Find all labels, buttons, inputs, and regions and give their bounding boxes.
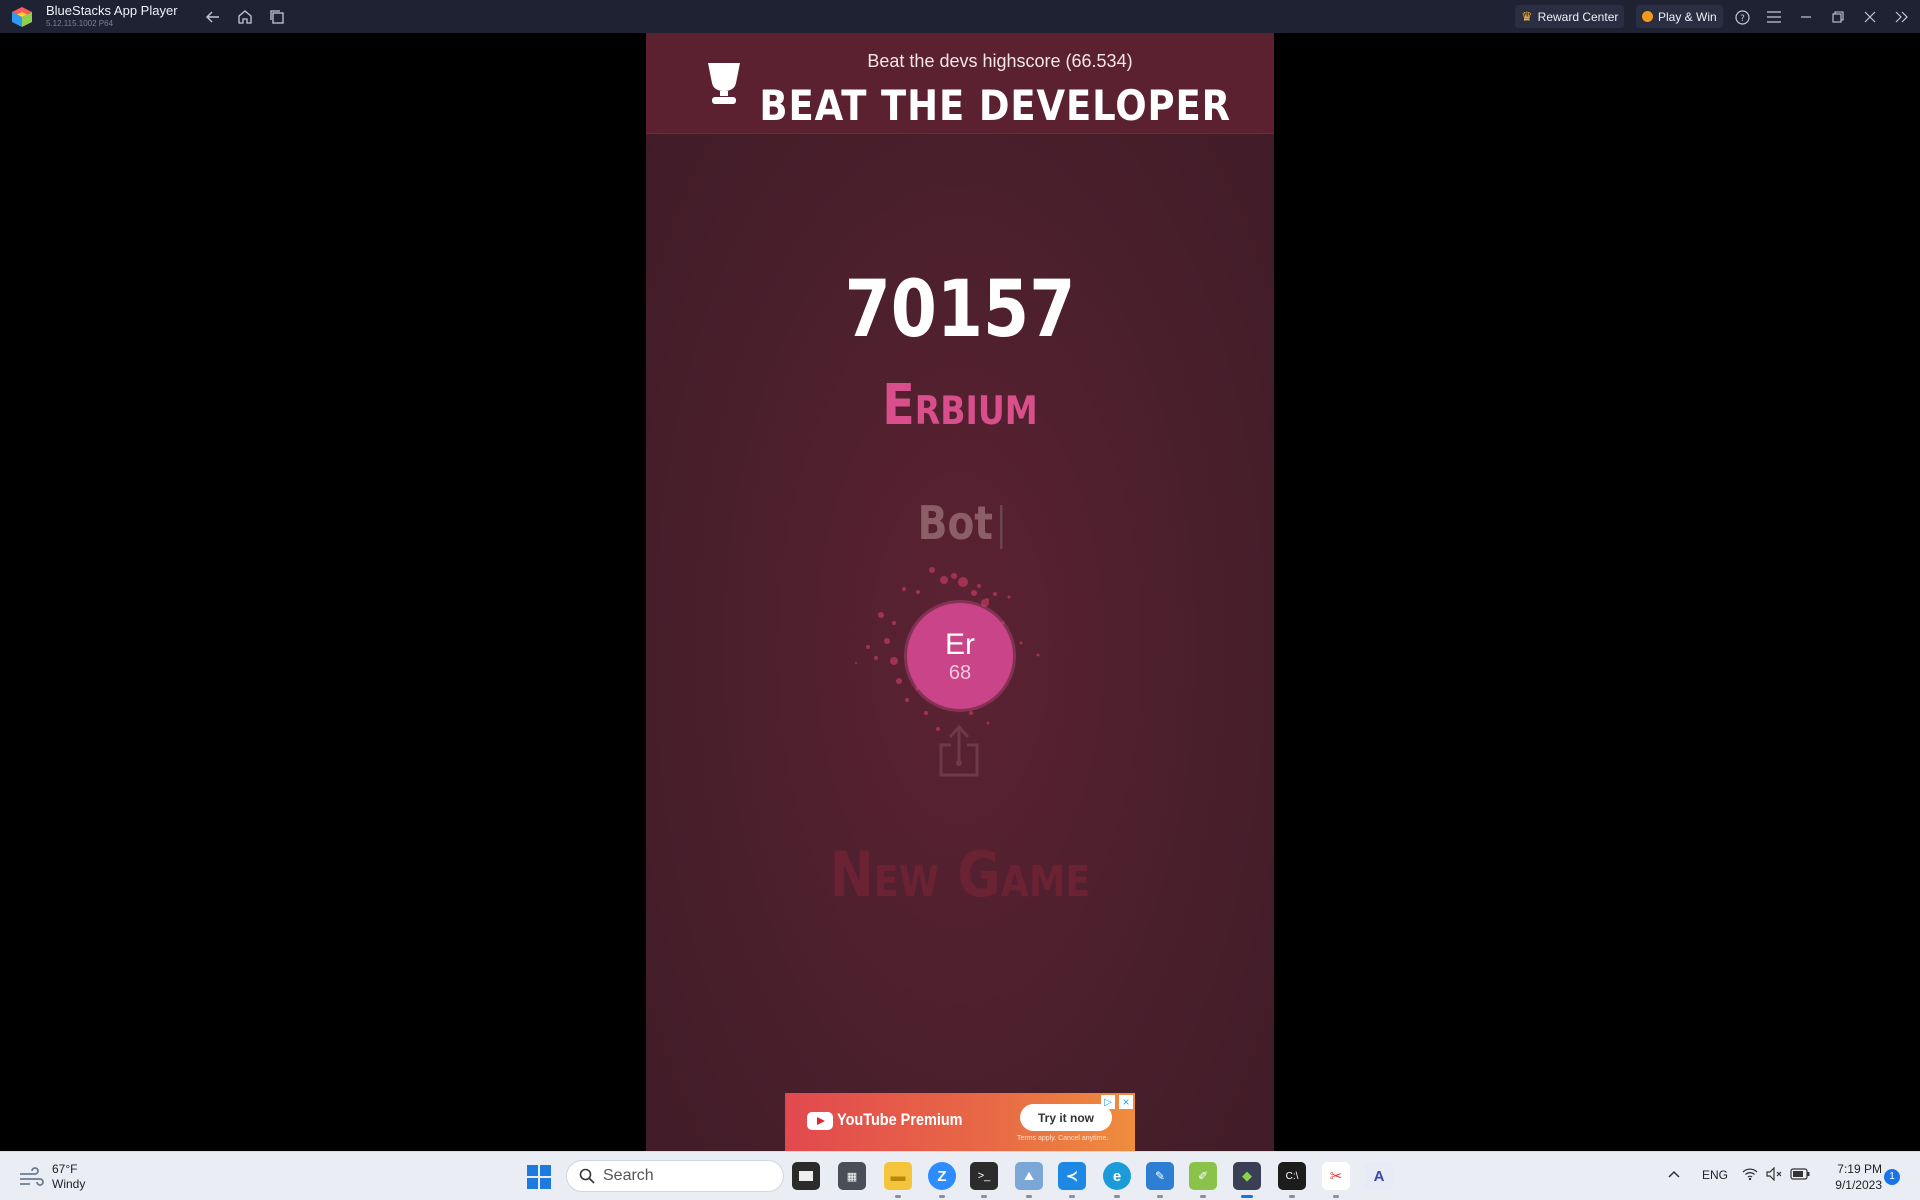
- taskbar-app-other[interactable]: A: [1365, 1162, 1393, 1190]
- taskbar-app-notes[interactable]: ✐: [1189, 1162, 1217, 1198]
- restore-button[interactable]: [1827, 6, 1849, 28]
- home-button[interactable]: [235, 7, 255, 27]
- minimize-button[interactable]: [1795, 6, 1817, 28]
- taskbar-app-vscode[interactable]: ≺: [1058, 1162, 1086, 1198]
- play-win-label: Play & Win: [1658, 9, 1717, 24]
- weather-widget[interactable]: 67°F Windy: [18, 1160, 108, 1194]
- notes-icon: ✐: [1197, 1169, 1209, 1183]
- game-screen: Beat the devs highscore (66.534) BEAT TH…: [646, 33, 1274, 1151]
- app-a-icon: A: [1373, 1167, 1385, 1185]
- hamburger-menu-icon: [1767, 11, 1781, 23]
- element-atomic-number: 68: [948, 662, 972, 684]
- double-chevron-right-icon: [1895, 11, 1908, 23]
- final-score: 70157: [844, 265, 1076, 355]
- help-icon: ?: [1734, 9, 1750, 25]
- edge-icon: e: [1112, 1167, 1122, 1185]
- home-icon: [238, 10, 252, 24]
- taskbar-app-bluestacks[interactable]: ◆: [1233, 1162, 1261, 1198]
- volume-muted-icon[interactable]: [1766, 1166, 1784, 1184]
- game-header: Beat the devs highscore (66.534) BEAT TH…: [646, 33, 1274, 134]
- taskbar-app-zoom[interactable]: Z: [928, 1162, 956, 1198]
- scissors-icon: ✂: [1329, 1168, 1343, 1185]
- taskbar-app-edge[interactable]: e: [1103, 1162, 1131, 1198]
- tool-app-icon: ▦: [846, 1170, 858, 1183]
- challenge-title: BEAT THE DEVELOPER: [759, 81, 1231, 130]
- clock-time: 7:19 PM: [1837, 1162, 1882, 1176]
- system-clock[interactable]: 7:19 PM 9/1/2023: [1818, 1161, 1882, 1193]
- windows-start-icon[interactable]: [527, 1165, 551, 1189]
- windows-taskbar: 67°F Windy Search ▦ ▬ Z >_ ⛰ ≺ e ✎ ✐ ◆ C…: [0, 1151, 1920, 1200]
- folder-icon: ▬: [890, 1167, 906, 1185]
- taskbar-app-photos[interactable]: ⛰: [1015, 1162, 1043, 1198]
- wifi-icon[interactable]: [1742, 1167, 1758, 1184]
- share-icon[interactable]: [937, 723, 981, 779]
- player-name-field[interactable]: Bot: [693, 496, 1227, 550]
- bluestacks-taskbar-icon: ◆: [1242, 1168, 1252, 1183]
- taskbar-search[interactable]: Search: [566, 1160, 784, 1192]
- challenge-subtitle: Beat the devs highscore (66.534): [867, 51, 1133, 71]
- taskbar-app-file-explorer[interactable]: ▬: [884, 1162, 912, 1198]
- search-icon: [579, 1168, 595, 1184]
- zoom-icon: Z: [937, 1167, 947, 1185]
- close-button[interactable]: [1859, 6, 1881, 28]
- search-placeholder: Search: [603, 1167, 654, 1184]
- element-atom-badge: Er 68: [907, 603, 1013, 709]
- chevron-up-icon: [1668, 1170, 1680, 1178]
- ad-cta-button[interactable]: Try it now: [1020, 1104, 1112, 1131]
- ad-choices-icon[interactable]: ▷: [1101, 1095, 1115, 1109]
- window-title-bar: BlueStacks App Player 5.12.115.1002 P64 …: [0, 0, 1920, 33]
- youtube-logo-icon: [807, 1112, 833, 1130]
- weather-desc: Windy: [52, 1177, 86, 1191]
- terminal-icon: >_: [977, 1170, 991, 1182]
- restore-icon: [1832, 11, 1844, 23]
- battery-icon[interactable]: [1790, 1168, 1810, 1183]
- vscode-icon: ≺: [1065, 1168, 1079, 1185]
- recent-apps-icon: [270, 10, 284, 24]
- expand-sidebar-button[interactable]: [1891, 6, 1913, 28]
- wind-icon: [20, 1167, 44, 1186]
- ad-banner[interactable]: YouTube Premium Try it now Terms apply. …: [785, 1093, 1135, 1151]
- ad-brand: YouTube Premium: [837, 1110, 963, 1129]
- text-cursor: [999, 504, 1003, 549]
- coin-icon: [1642, 11, 1653, 22]
- photos-icon: ⛰: [1023, 1168, 1035, 1183]
- notification-badge[interactable]: 1: [1884, 1169, 1900, 1185]
- taskbar-app-terminal[interactable]: >_: [970, 1162, 998, 1198]
- taskbar-app-paint[interactable]: ✎: [1146, 1162, 1174, 1198]
- player-name-text: Bot: [917, 496, 994, 550]
- clock-date: 9/1/2023: [1835, 1178, 1882, 1192]
- app-title: BlueStacks App Player: [46, 3, 178, 18]
- cmd-icon: C:\: [1285, 1170, 1299, 1182]
- taskbar-app-snipping[interactable]: ✂: [1322, 1162, 1350, 1198]
- reward-center-button[interactable]: ♛ Reward Center: [1515, 5, 1625, 28]
- new-game-button[interactable]: New Game: [693, 838, 1227, 911]
- bluestacks-logo-icon: [12, 7, 32, 27]
- app-version: 5.12.115.1002 P64: [46, 19, 114, 28]
- back-button[interactable]: [203, 7, 223, 27]
- menu-button[interactable]: [1763, 6, 1785, 28]
- help-button[interactable]: ?: [1731, 6, 1753, 28]
- paint-icon: ✎: [1154, 1169, 1166, 1183]
- recent-apps-button[interactable]: [267, 7, 287, 27]
- taskbar-app-cmd[interactable]: C:\: [1278, 1162, 1306, 1198]
- taskbar-app-tool[interactable]: ▦: [838, 1162, 866, 1190]
- language-indicator[interactable]: ENG: [1702, 1168, 1728, 1182]
- taskbar-app-media[interactable]: [792, 1162, 820, 1190]
- play-win-button[interactable]: Play & Win: [1636, 5, 1723, 28]
- close-icon: [1864, 11, 1876, 23]
- weather-temp: 67°F: [52, 1162, 78, 1176]
- crown-icon: ♛: [1521, 8, 1533, 24]
- minimize-icon: [1801, 16, 1811, 18]
- svg-text:?: ?: [1740, 14, 1745, 24]
- element-symbol: Er: [945, 628, 975, 661]
- reward-center-label: Reward Center: [1537, 9, 1619, 24]
- element-name: Erbium: [882, 373, 1038, 438]
- ad-close-icon[interactable]: ×: [1119, 1095, 1133, 1109]
- show-hidden-icons[interactable]: [1668, 1168, 1680, 1182]
- back-arrow-icon: [206, 11, 219, 23]
- media-app-icon: [799, 1171, 813, 1181]
- ad-terms: Terms apply. Cancel anytime.: [1017, 1135, 1109, 1142]
